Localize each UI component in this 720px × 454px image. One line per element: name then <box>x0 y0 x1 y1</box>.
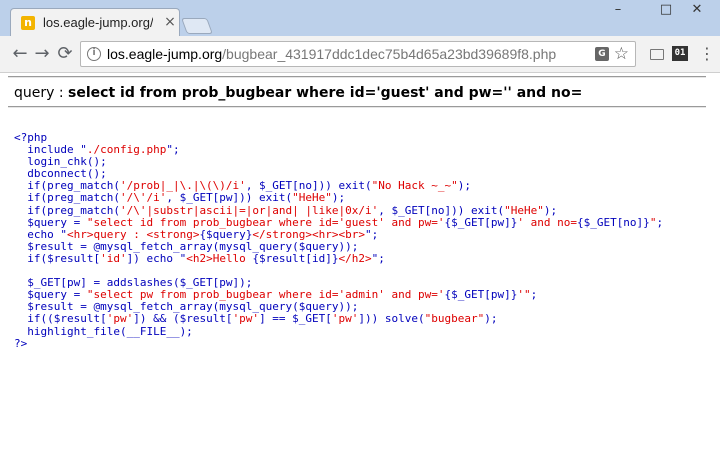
browser-tab[interactable]: n los.eagle-jump.org/bugb × <box>10 8 180 36</box>
forward-button[interactable]: → <box>32 44 52 64</box>
source-token: '" <box>517 288 531 302</box>
source-token: $result = @mysql_fetch_array(mysql_query… <box>14 239 359 253</box>
source-token: ]) && ($result[ <box>133 312 233 326</box>
source-token: {$_GET[pw]} <box>444 288 518 302</box>
source-token: ])) solve( <box>358 312 425 326</box>
source-token: $query = <box>14 288 87 302</box>
source-line: highlight_file(__FILE__); <box>14 324 663 338</box>
source-token: if(preg_match( <box>14 191 120 205</box>
source-token: '/\'/i' <box>119 191 167 205</box>
source-line: include "./config.php"; <box>14 144 663 156</box>
source-token: "select pw from prob_bugbear where id='a… <box>86 288 445 302</box>
source-token: , $_GET[no])) exit( <box>245 179 372 193</box>
source-token: , $_GET[no])) exit( <box>378 203 505 217</box>
source-token: echo " <box>14 227 67 241</box>
bookmark-star-icon[interactable]: ☆ <box>614 44 629 64</box>
title-bar: n los.eagle-jump.org/bugb × – □ ✕ <box>0 0 720 36</box>
maximize-button[interactable]: □ <box>655 2 677 18</box>
highlighted-source-code: <?php include "./config.php"; login_chk(… <box>14 131 664 350</box>
source-token: 'pw' <box>232 312 260 326</box>
source-token: ); <box>543 203 558 217</box>
site-info-icon[interactable]: i <box>87 47 101 61</box>
source-token: ] == $_GET[ <box>259 312 332 326</box>
source-token: $_GET[pw] = addslashes($_GET[pw]); <box>14 276 253 290</box>
query-label: query : <box>14 85 69 101</box>
source-token: <?php <box>14 131 48 144</box>
source-token: {$query} <box>199 227 253 241</box>
source-line: login_chk(); <box>14 156 663 168</box>
site-favicon-icon: n <box>21 16 35 30</box>
source-token: dbconnect(); <box>14 167 107 181</box>
address-bar[interactable]: i los.eagle-jump.org/bugbear_431917ddc1d… <box>80 41 636 67</box>
source-token: "No Hack ~_~" <box>371 179 458 193</box>
close-window-button[interactable]: ✕ <box>686 2 708 18</box>
bottom-divider <box>8 106 706 108</box>
back-button[interactable]: ← <box>10 44 30 64</box>
cast-extension-icon[interactable] <box>650 49 664 60</box>
source-token: "; <box>166 143 180 157</box>
source-token: 'id' <box>100 251 127 265</box>
url-path: /bugbear_431917ddc1dec75b4d65a23bd39689f… <box>222 46 557 62</box>
source-token: ?> <box>14 336 28 350</box>
source-token: ); <box>457 179 471 193</box>
source-token: ); <box>484 312 498 326</box>
source-token: login_chk(); <box>14 155 107 169</box>
binary-extension-icon[interactable]: 01 <box>672 46 688 61</box>
source-token: "bugbear" <box>424 312 485 326</box>
source-token: {$result[id]} <box>252 251 339 265</box>
source-token: {$_GET[pw]} <box>444 215 518 229</box>
source-token: ]) echo " <box>126 251 187 265</box>
source-token: "; <box>365 227 379 241</box>
source-token: if(preg_match( <box>14 179 120 193</box>
minimize-button[interactable]: – <box>607 2 629 18</box>
source-token: '/\'|substr|ascii|=|or|and| |like|0x/i' <box>119 203 379 217</box>
source-token: ); <box>331 191 346 205</box>
source-token: ' and no= <box>517 215 577 229</box>
reload-button[interactable]: ⟳ <box>55 44 75 64</box>
source-token: include " <box>14 143 87 157</box>
source-line: if($result['id']) echo "<h2>Hello {$resu… <box>14 251 663 265</box>
source-token: $result = @mysql_fetch_array(mysql_query… <box>14 300 359 314</box>
source-token: if($result[ <box>14 251 101 265</box>
source-token: '/prob|_|\.|\(\)/i' <box>119 179 246 193</box>
query-output: query : select id from prob_bugbear wher… <box>14 84 582 102</box>
browser-toolbar: ← → ⟳ i los.eagle-jump.org/bugbear_43191… <box>0 36 720 73</box>
source-token: $query = <box>14 215 87 229</box>
source-token: 'pw' <box>106 312 134 326</box>
source-token: if(preg_match( <box>14 203 120 217</box>
source-token: highlight_file(__FILE__); <box>14 324 193 338</box>
source-token: <h2>Hello <box>186 251 253 265</box>
source-token: ./config.php <box>86 143 167 157</box>
url-host: los.eagle-jump.org <box>107 46 223 62</box>
tab-close-icon[interactable]: × <box>163 14 177 30</box>
source-token: 'pw' <box>331 312 359 326</box>
menu-icon[interactable]: ⋮ <box>699 44 715 64</box>
source-token: "select id from prob_bugbear where id='g… <box>86 215 445 229</box>
source-token <box>14 264 21 277</box>
source-token: ; <box>656 215 664 229</box>
source-token: "HeHe" <box>504 203 544 217</box>
query-value: select id from prob_bugbear where id='gu… <box>68 85 583 101</box>
source-token: "; <box>371 251 385 265</box>
source-token: if(($result[ <box>14 312 107 326</box>
url-text[interactable]: los.eagle-jump.org/bugbear_431917ddc1dec… <box>107 46 556 63</box>
source-token: ; <box>530 288 538 302</box>
new-tab-button[interactable] <box>181 18 213 34</box>
tab-title: los.eagle-jump.org/bugb <box>43 15 153 30</box>
top-divider <box>8 76 706 78</box>
source-token: {$_GET[no]} <box>576 215 650 229</box>
source-token: </h2> <box>338 251 372 265</box>
source-token: "HeHe" <box>292 191 332 205</box>
source-token: , $_GET[pw])) exit( <box>166 191 293 205</box>
source-token: </strong><hr><br> <box>252 227 366 241</box>
translate-icon[interactable]: G <box>595 47 609 61</box>
source-line: ?> <box>14 336 663 350</box>
source-token: <hr>query : <strong> <box>66 227 200 241</box>
